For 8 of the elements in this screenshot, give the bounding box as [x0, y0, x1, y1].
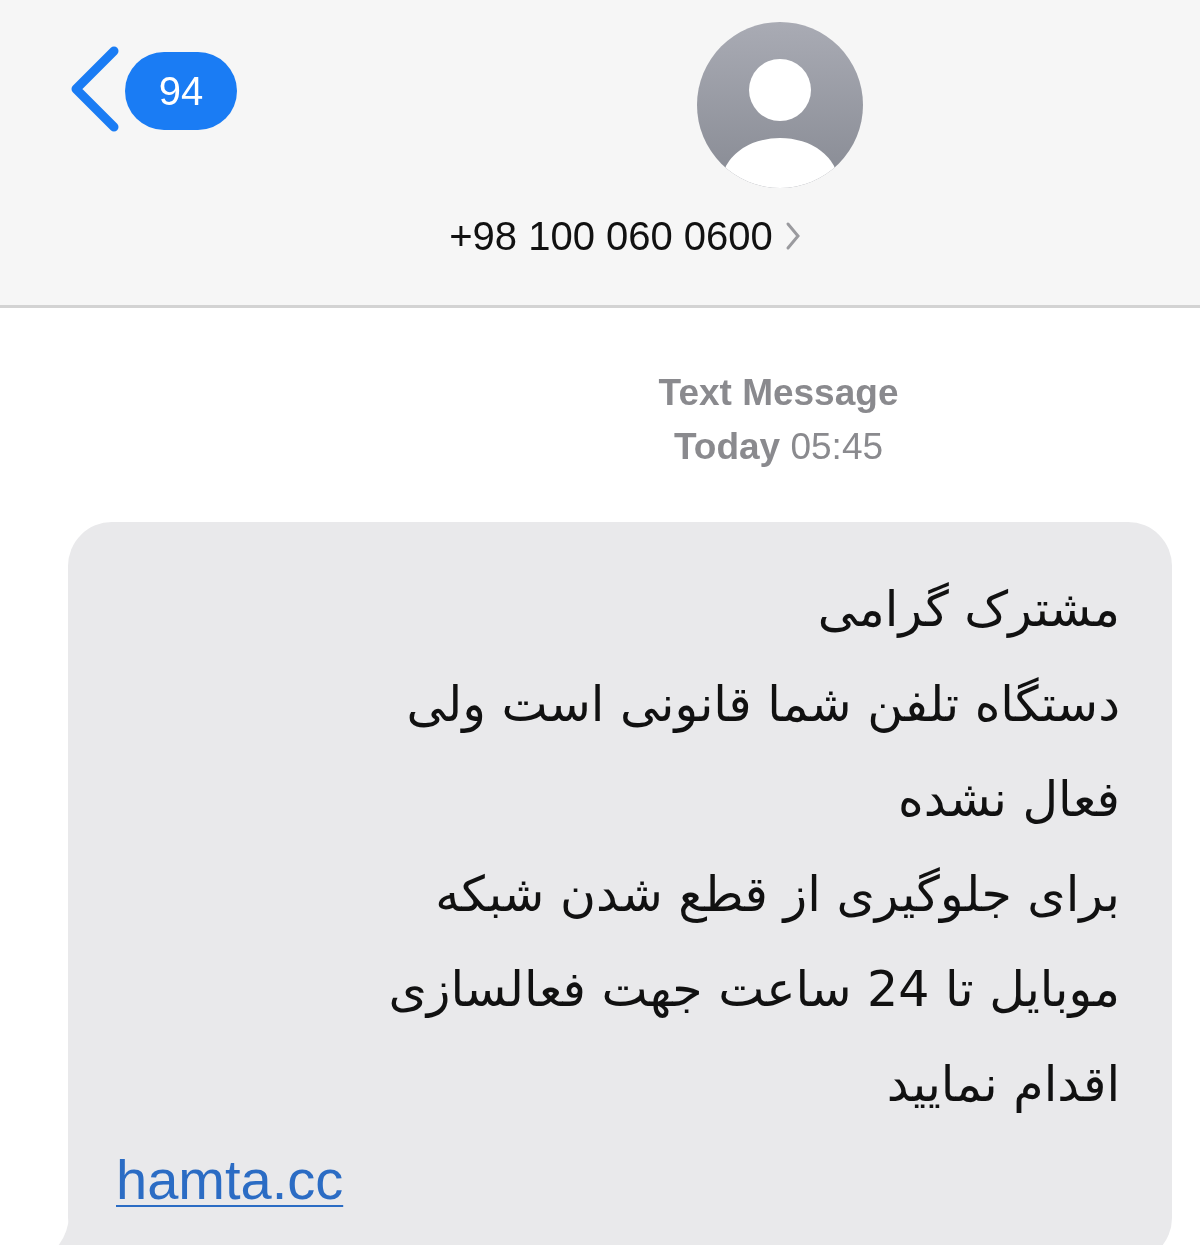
message-link[interactable]: hamta.cc — [116, 1138, 344, 1222]
avatar-icon[interactable] — [697, 22, 863, 188]
contact-number[interactable]: +98 100 060 0600 — [449, 212, 773, 260]
service-label: Text Message — [658, 371, 899, 415]
unread-count-badge[interactable]: 94 — [125, 52, 237, 130]
chevron-icon — [784, 221, 801, 251]
message-text: مشترک گرامی دستگاه تلفن شما قانونی است ولی فعال نشده برای جلوگیری از قطع شدن شبکه موبایل تا 24 ساعت جهت فعالسازی اقدام نمایید — [387, 580, 1120, 1115]
message-timestamp: Today 05:45 — [673, 425, 884, 469]
